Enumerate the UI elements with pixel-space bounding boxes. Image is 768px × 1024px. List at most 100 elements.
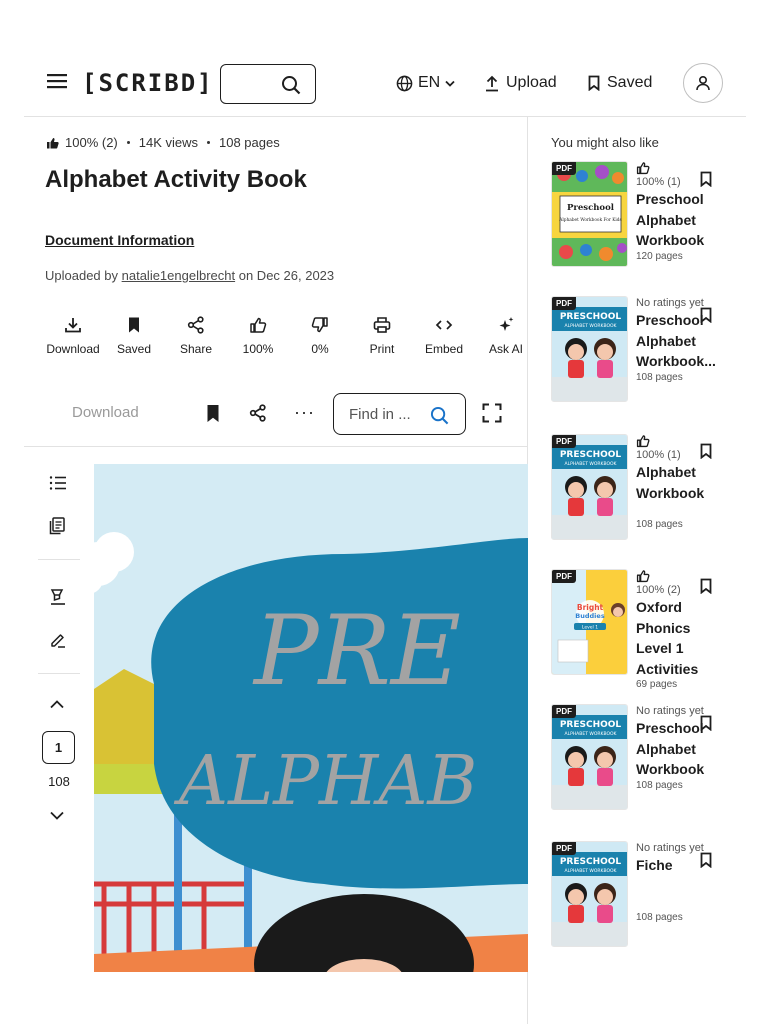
saved-action-label: Saved	[116, 342, 152, 356]
recommended-document-card[interactable]: PDF Bright Buddies Level 1 100% (2) Oxfo…	[551, 569, 741, 690]
card-title[interactable]: Alphabet Workbook	[636, 462, 720, 503]
more-options-button[interactable]: ···	[294, 403, 315, 421]
fullscreen-button[interactable]	[482, 403, 502, 423]
card-pages: 108 pages	[636, 371, 683, 383]
current-page-input[interactable]: 1	[42, 731, 75, 764]
chevron-down-icon	[50, 811, 64, 820]
thumbnail-title: PRESCHOOL	[560, 720, 622, 730]
share-icon	[249, 404, 266, 422]
top-navigation-bar: [SCRIBD] EN Upload Saved	[24, 62, 746, 117]
share-action[interactable]: Share	[165, 316, 227, 356]
bookmark-filled-icon	[129, 317, 139, 333]
saved-button[interactable]: Saved	[588, 74, 652, 92]
download-button[interactable]: Download	[72, 404, 139, 421]
card-pages: 108 pages	[636, 779, 683, 791]
thumbnail-title: PRESCHOOL	[560, 312, 622, 322]
save-document-button[interactable]	[206, 404, 220, 423]
pdf-badge: PDF	[552, 435, 576, 448]
save-card-button[interactable]	[700, 443, 712, 459]
find-in-document-input[interactable]: Find in ...	[333, 393, 466, 435]
table-of-contents-button[interactable]	[49, 475, 67, 491]
thumbnail-title: Bright	[577, 603, 604, 612]
recommended-document-card[interactable]: PDF Preschool Alphabet Workbook For Kids…	[551, 161, 741, 273]
pencil-icon	[51, 634, 65, 648]
search-button[interactable]	[220, 64, 316, 104]
document-thumbnail: PDF PRESCHOOL ALPHABET WORKBOOK	[551, 704, 628, 810]
bookmark-icon	[700, 307, 712, 323]
ask-ai-action[interactable]: Ask AI	[475, 316, 537, 356]
document-thumbnail: PDF Preschool Alphabet Workbook For Kids	[551, 161, 628, 267]
tools-separator	[38, 673, 80, 674]
embed-action-label: Embed	[424, 342, 464, 356]
cover-illustration: PRE ALPHAB	[94, 464, 528, 972]
document-information-link[interactable]: Document Information	[45, 232, 194, 248]
hamburger-menu-icon[interactable]	[46, 72, 70, 96]
save-card-button[interactable]	[700, 852, 712, 868]
recommended-document-card[interactable]: PDF PRESCHOOL ALPHABET WORKBOOK 100% (1)…	[551, 434, 741, 546]
print-action[interactable]: Print	[351, 316, 413, 356]
viewer-top-border	[24, 446, 528, 447]
document-thumbnail: PDF PRESCHOOL ALPHABET WORKBOOK	[551, 296, 628, 402]
fullscreen-icon	[482, 403, 502, 423]
separator-dot	[207, 141, 210, 144]
download-action-label: Download	[46, 342, 100, 356]
download-icon	[65, 318, 81, 333]
card-title[interactable]: Preschool Alphabet Workbook	[636, 189, 720, 251]
save-card-button[interactable]	[700, 171, 712, 187]
previous-page-button[interactable]	[49, 699, 65, 709]
thumbnail-level: Level 1	[582, 625, 598, 631]
language-selector[interactable]: EN	[396, 74, 455, 92]
user-account-button[interactable]	[683, 63, 723, 103]
downvote-action-label: 0%	[311, 342, 329, 356]
search-icon	[430, 406, 449, 425]
page-thumbnails-button[interactable]	[49, 517, 65, 535]
downvote-action[interactable]: 0%	[289, 316, 351, 356]
share-action-label: Share	[179, 342, 213, 356]
separator-dot	[126, 141, 130, 144]
thumbs-down-icon	[311, 317, 328, 333]
thumbs-up-icon	[636, 162, 650, 175]
bookmark-filled-icon	[207, 405, 219, 422]
saved-action[interactable]: Saved	[103, 316, 165, 356]
bookmark-icon	[700, 171, 712, 187]
recommended-document-card[interactable]: PDF PRESCHOOL ALPHABET WORKBOOK No ratin…	[551, 841, 741, 953]
user-icon	[696, 75, 710, 91]
scribd-logo[interactable]: [SCRIBD]	[82, 69, 214, 97]
upload-icon	[486, 75, 498, 91]
thumbs-up-icon	[636, 570, 650, 583]
document-thumbnail: PDF PRESCHOOL ALPHABET WORKBOOK	[551, 841, 628, 947]
uploader-link[interactable]: natalie1engelbrecht	[122, 268, 235, 283]
download-action[interactable]: Download	[42, 316, 104, 356]
next-page-button[interactable]	[49, 811, 65, 821]
saved-label: Saved	[607, 74, 653, 91]
highlight-tool-button[interactable]	[49, 588, 67, 606]
views-text: 14K views	[138, 135, 198, 150]
pages-text: 108 pages	[219, 135, 280, 150]
thumbs-up-icon	[250, 317, 267, 333]
embed-action[interactable]: Embed	[413, 316, 475, 356]
recommended-document-card[interactable]: PDF PRESCHOOL ALPHABET WORKBOOK No ratin…	[551, 296, 741, 408]
card-title[interactable]: Oxford Phonics Level 1 Activities	[636, 597, 720, 679]
save-card-button[interactable]	[700, 578, 712, 594]
tools-separator	[38, 559, 80, 560]
save-card-button[interactable]	[700, 307, 712, 323]
pdf-badge: PDF	[552, 162, 576, 175]
list-icon	[49, 476, 66, 490]
upvote-action[interactable]: 100%	[227, 316, 289, 356]
language-label: EN	[418, 74, 441, 91]
bookmark-icon	[700, 578, 712, 594]
recommended-document-card[interactable]: PDF PRESCHOOL ALPHABET WORKBOOK No ratin…	[551, 704, 741, 816]
card-pages: 69 pages	[636, 679, 678, 690]
annotate-tool-button[interactable]	[49, 631, 67, 649]
thumbnail-subtitle: ALPHABET WORKBOOK	[565, 868, 618, 874]
upload-button[interactable]: Upload	[485, 74, 557, 92]
thumbnail-subtitle: ALPHABET WORKBOOK	[565, 461, 618, 467]
save-card-button[interactable]	[700, 715, 712, 731]
card-pages: 108 pages	[636, 911, 683, 923]
sparkle-icon	[499, 317, 514, 331]
share-button[interactable]	[249, 404, 267, 422]
thumbnail-subtitle: Buddies	[575, 612, 605, 620]
cover-title-text: PRE	[252, 595, 461, 707]
thumbnail-subtitle: ALPHABET WORKBOOK	[565, 731, 618, 737]
chevron-up-icon	[50, 700, 64, 709]
